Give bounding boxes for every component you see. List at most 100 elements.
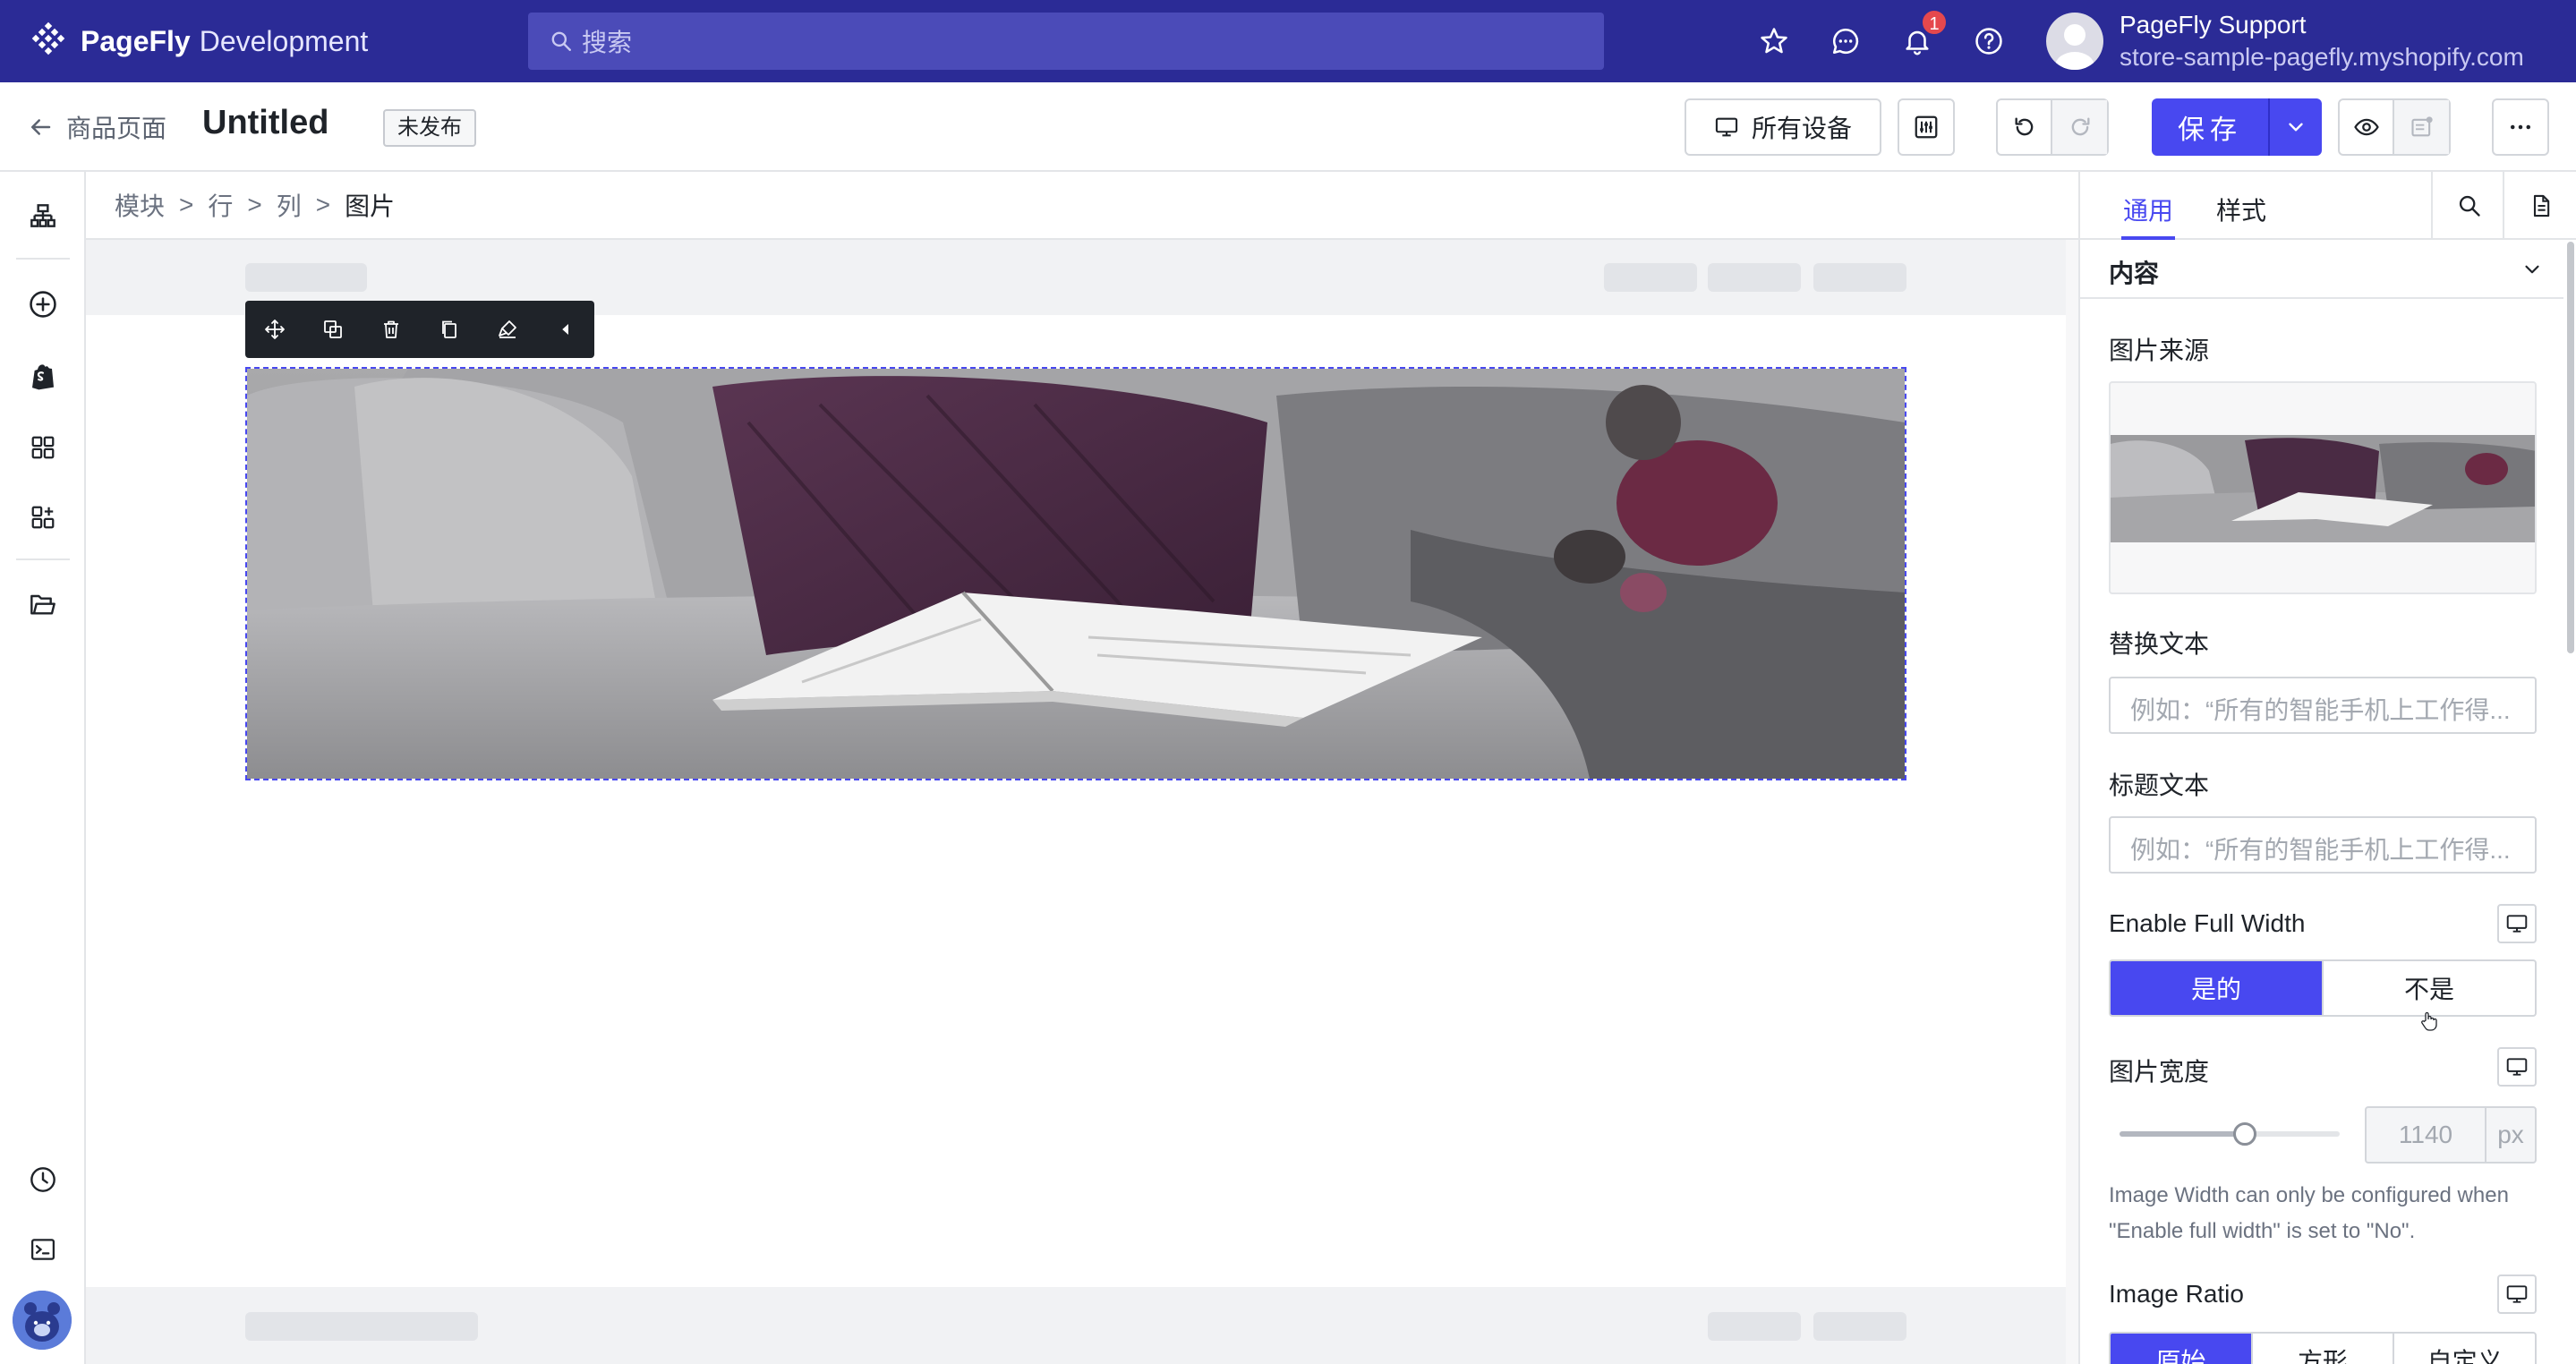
add-element-icon[interactable] [23,285,63,324]
caret-left-icon[interactable] [536,301,594,358]
breadcrumb: 模块 > 行 > 列 > 图片 [86,172,2078,240]
save-button-group: 保存 [2152,98,2322,156]
full-width-label: Enable Full Width [2109,909,2306,937]
copy-icon[interactable] [420,301,478,358]
history-clock-icon[interactable] [23,1160,63,1199]
panel-search-icon[interactable] [2431,172,2506,240]
title-text-input[interactable]: 例如：“所有的智能手机上工作得... [2109,816,2537,874]
paint-icon[interactable] [478,301,536,358]
layout-grid-icon[interactable] [23,428,63,467]
title-text-label: 标题文本 [2109,772,2210,799]
breadcrumb-separator: > [179,191,194,218]
image-ratio-original[interactable]: 原始 [2111,1334,2253,1364]
panel-tabs: 通用 样式 [2080,172,2576,240]
image-ratio-square[interactable]: 方形 [2253,1334,2395,1364]
back-button[interactable]: 商品页面 [27,109,166,145]
full-width-no[interactable]: 不是 [2324,961,2535,1015]
more-options-button[interactable] [2492,98,2549,156]
full-width-device-toggle[interactable] [2497,904,2537,943]
breadcrumb-item-column[interactable]: 列 [277,187,302,223]
status-badge: 未发布 [383,109,476,147]
tab-general[interactable]: 通用 [2123,192,2173,227]
image-width-value: 1140 [2367,1108,2486,1162]
document-icon[interactable] [2503,172,2576,240]
sofa-image [247,369,1905,779]
logo-text: PageFly [81,24,191,57]
image-ratio-toggle: 原始 方形 自定义 [2109,1332,2537,1364]
back-label: 商品页面 [66,115,167,142]
app-logo[interactable]: PageFly Development [29,20,368,63]
logo-subtitle: Development [199,24,369,57]
more-horizontal-icon [2511,124,2530,130]
user-avatar[interactable] [2046,13,2103,70]
element-toolbar [245,301,594,358]
device-selector[interactable]: 所有设备 [1685,98,1881,156]
publish-button[interactable] [2394,100,2449,154]
preview-button[interactable] [2340,100,2395,154]
page-title[interactable]: Untitled [202,104,328,142]
desktop-icon [2506,1058,2528,1076]
settings-sliders-button[interactable] [1898,98,1955,156]
help-icon[interactable] [1969,21,2009,61]
skeleton-bar [1813,263,1906,292]
image-width-unit: px [2497,1121,2524,1148]
save-dropdown-button[interactable] [2268,98,2322,156]
tab-style[interactable]: 样式 [2216,192,2266,227]
panel-scrollbar-thumb[interactable] [2567,242,2574,653]
slider-handle[interactable] [2233,1122,2257,1146]
alt-text-input[interactable]: 例如：“所有的智能手机上工作得... [2109,677,2537,734]
image-element[interactable] [245,367,1906,780]
eye-icon [2353,118,2379,136]
skeleton-bar [245,263,367,292]
page-outline-icon[interactable] [23,197,63,236]
top-bar: PageFly Development 搜索 1 PageFly Support… [0,0,2576,82]
folder-icon[interactable] [23,585,63,625]
section-title: 内容 [2109,260,2160,287]
footer-placeholder [86,1287,2066,1364]
redo-button[interactable] [2052,100,2107,154]
pagefly-logo-icon [31,21,65,55]
panel-scrollbar[interactable] [2563,240,2576,1364]
image-width-slider[interactable] [2120,1131,2340,1137]
chevron-down-icon [2289,123,2303,132]
skeleton-bar [1708,263,1801,292]
add-section-icon[interactable] [23,498,63,537]
image-ratio-device-toggle[interactable] [2497,1274,2537,1314]
undo-button[interactable] [1998,100,2053,154]
hand-cursor-icon [2421,1011,2437,1031]
breadcrumb-item-row[interactable]: 行 [208,187,233,223]
desktop-icon [1715,117,1738,137]
content-section-header[interactable]: 内容 [2080,240,2563,299]
trash-icon[interactable] [362,301,420,358]
shopify-icon[interactable] [23,356,63,396]
skeleton-bar [1604,263,1697,292]
star-icon[interactable] [1754,21,1794,61]
user-name[interactable]: PageFly Support [2120,11,2307,39]
left-rail [0,172,86,1364]
save-button[interactable]: 保存 [2152,98,2268,156]
image-ratio-custom[interactable]: 自定义 [2394,1334,2535,1364]
full-width-yes[interactable]: 是的 [2111,961,2324,1015]
search-input[interactable]: 搜索 [528,13,1604,70]
image-source-picker[interactable] [2109,381,2537,594]
breadcrumb-item-current: 图片 [345,192,396,220]
breadcrumb-separator: > [247,191,262,218]
arrow-left-icon [31,119,51,135]
assistant-avatar[interactable] [13,1291,72,1350]
duplicate-icon[interactable] [303,301,362,358]
image-width-label: 图片宽度 [2109,1058,2210,1086]
chat-icon[interactable] [1826,21,1865,61]
move-icon[interactable] [245,301,303,358]
image-source-label: 图片来源 [2109,337,2210,364]
chevron-down-icon [2525,265,2539,274]
slider-fill [2120,1131,2246,1137]
rail-divider [16,558,70,560]
notification-badge: 1 [1921,9,1948,36]
canvas-scrollbar[interactable] [2066,240,2078,1364]
breadcrumb-item-module[interactable]: 模块 [115,187,165,223]
user-store[interactable]: store-sample-pagefly.myshopify.com [2120,43,2524,72]
alt-text-label: 替换文本 [2109,630,2210,658]
image-width-input[interactable]: 1140 px [2365,1106,2537,1164]
terminal-icon[interactable] [23,1230,63,1269]
image-width-device-toggle[interactable] [2497,1047,2537,1087]
